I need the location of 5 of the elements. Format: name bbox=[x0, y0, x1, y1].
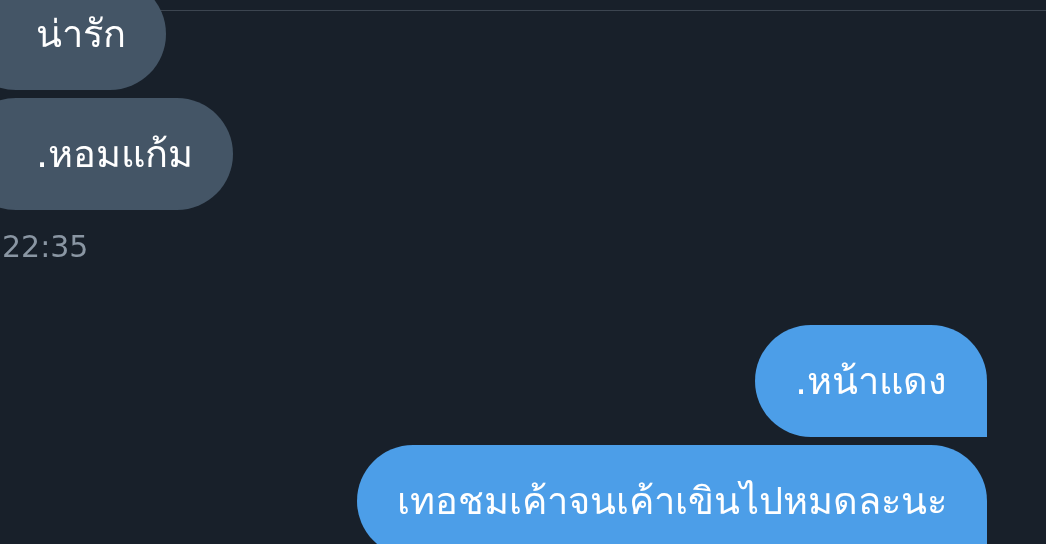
received-message-bubble: น่ารัก bbox=[0, 0, 166, 90]
sent-message-bubble: .หน้าแดง bbox=[754, 325, 987, 437]
received-message-bubble: .หอมแก้ม bbox=[0, 98, 234, 210]
sent-message-bubble: เทอชมเค้าจนเค้าเขินไปหมดละนะ bbox=[357, 445, 987, 544]
message-timestamp: 22:35 bbox=[2, 228, 89, 266]
